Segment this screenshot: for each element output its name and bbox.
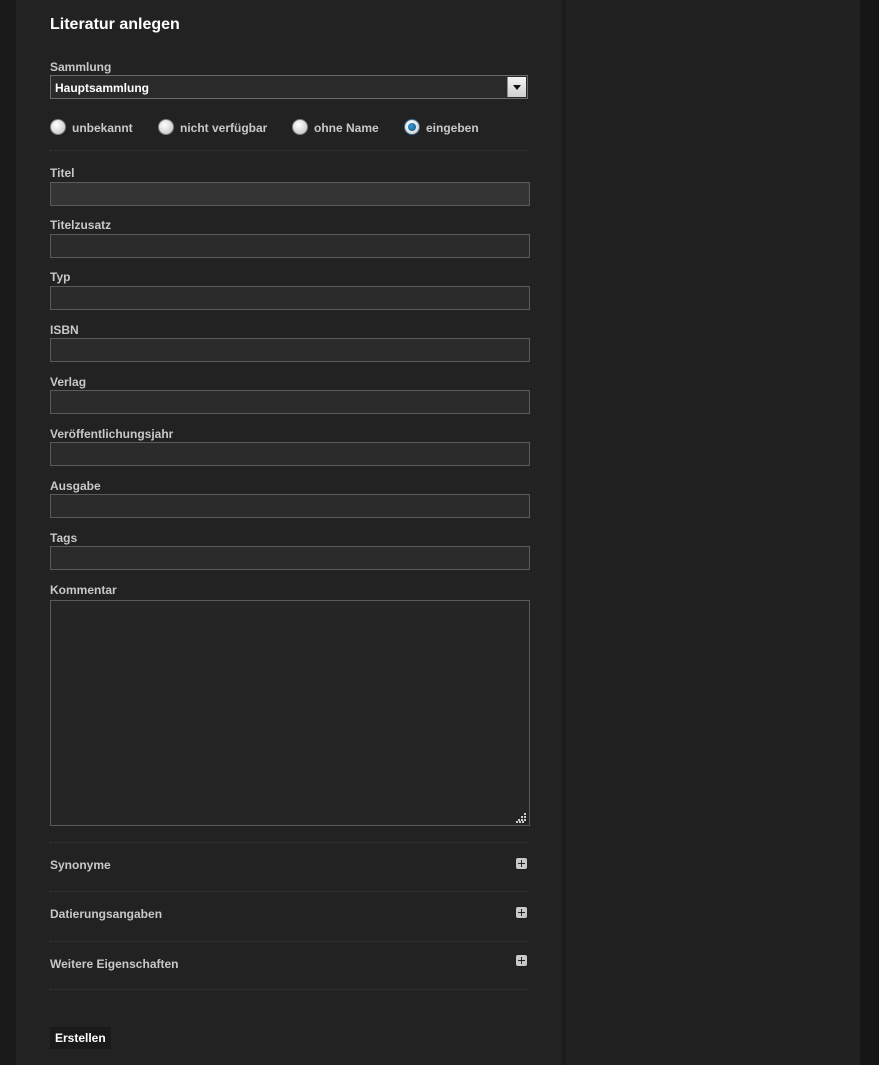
collection-label: Sammlung xyxy=(50,60,112,74)
section-synonyme[interactable]: Synonyme xyxy=(50,855,528,875)
tags-input[interactable] xyxy=(50,546,530,570)
chevron-down-icon[interactable] xyxy=(507,77,526,97)
radio-circle-icon[interactable] xyxy=(50,119,66,135)
left-gutter xyxy=(0,0,16,1065)
isbn-input[interactable] xyxy=(50,338,530,362)
collection-select-value: Hauptsammlung xyxy=(55,81,150,95)
divider xyxy=(50,842,528,843)
radio-circle-icon[interactable] xyxy=(292,119,308,135)
collection-select[interactable]: Hauptsammlung xyxy=(50,75,528,99)
plus-square-icon[interactable] xyxy=(516,858,527,869)
name-option-group: unbekannt nicht verfügbar ohne Name eing… xyxy=(50,118,530,138)
divider xyxy=(50,941,528,942)
radio-label: ohne Name xyxy=(314,121,379,135)
divider xyxy=(50,989,528,990)
kommentar-textarea[interactable] xyxy=(50,600,530,826)
ausgabe-input[interactable] xyxy=(50,494,530,518)
radio-label: eingeben xyxy=(426,121,479,135)
kommentar-label: Kommentar xyxy=(50,583,117,597)
titelzusatz-label: Titelzusatz xyxy=(50,218,112,232)
radio-selected-icon[interactable] xyxy=(404,119,420,135)
section-label: Weitere Eigenschaften xyxy=(50,957,179,971)
titel-input[interactable] xyxy=(50,182,530,206)
divider xyxy=(50,891,528,892)
typ-label: Typ xyxy=(50,270,71,284)
form-title: Literatur anlegen xyxy=(50,16,180,33)
right-gutter xyxy=(860,0,879,1065)
radio-label: unbekannt xyxy=(72,121,133,135)
page: Literatur anlegen Sammlung Hauptsammlung… xyxy=(0,0,879,1065)
titel-label: Titel xyxy=(50,166,75,180)
plus-square-icon[interactable] xyxy=(516,907,527,918)
create-button[interactable]: Erstellen xyxy=(50,1027,111,1049)
ausgabe-label: Ausgabe xyxy=(50,479,101,493)
radio-circle-icon[interactable] xyxy=(158,119,174,135)
year-input[interactable] xyxy=(50,442,530,466)
tags-label: Tags xyxy=(50,531,78,545)
section-datierungsangaben[interactable]: Datierungsangaben xyxy=(50,904,528,924)
verlag-label: Verlag xyxy=(50,375,87,389)
plus-square-icon[interactable] xyxy=(516,955,527,966)
radio-label: nicht verfügbar xyxy=(180,121,268,135)
typ-input[interactable] xyxy=(50,286,530,310)
section-label: Datierungsangaben xyxy=(50,907,163,921)
isbn-label: ISBN xyxy=(50,323,79,337)
section-weitere-eigenschaften[interactable]: Weitere Eigenschaften xyxy=(50,954,528,974)
titelzusatz-input[interactable] xyxy=(50,234,530,258)
section-label: Synonyme xyxy=(50,858,111,872)
side-panel xyxy=(566,0,860,1065)
verlag-input[interactable] xyxy=(50,390,530,414)
divider xyxy=(50,150,528,151)
resize-grip-icon[interactable] xyxy=(516,813,526,823)
year-label: Veröffentlichungsjahr xyxy=(50,427,174,441)
